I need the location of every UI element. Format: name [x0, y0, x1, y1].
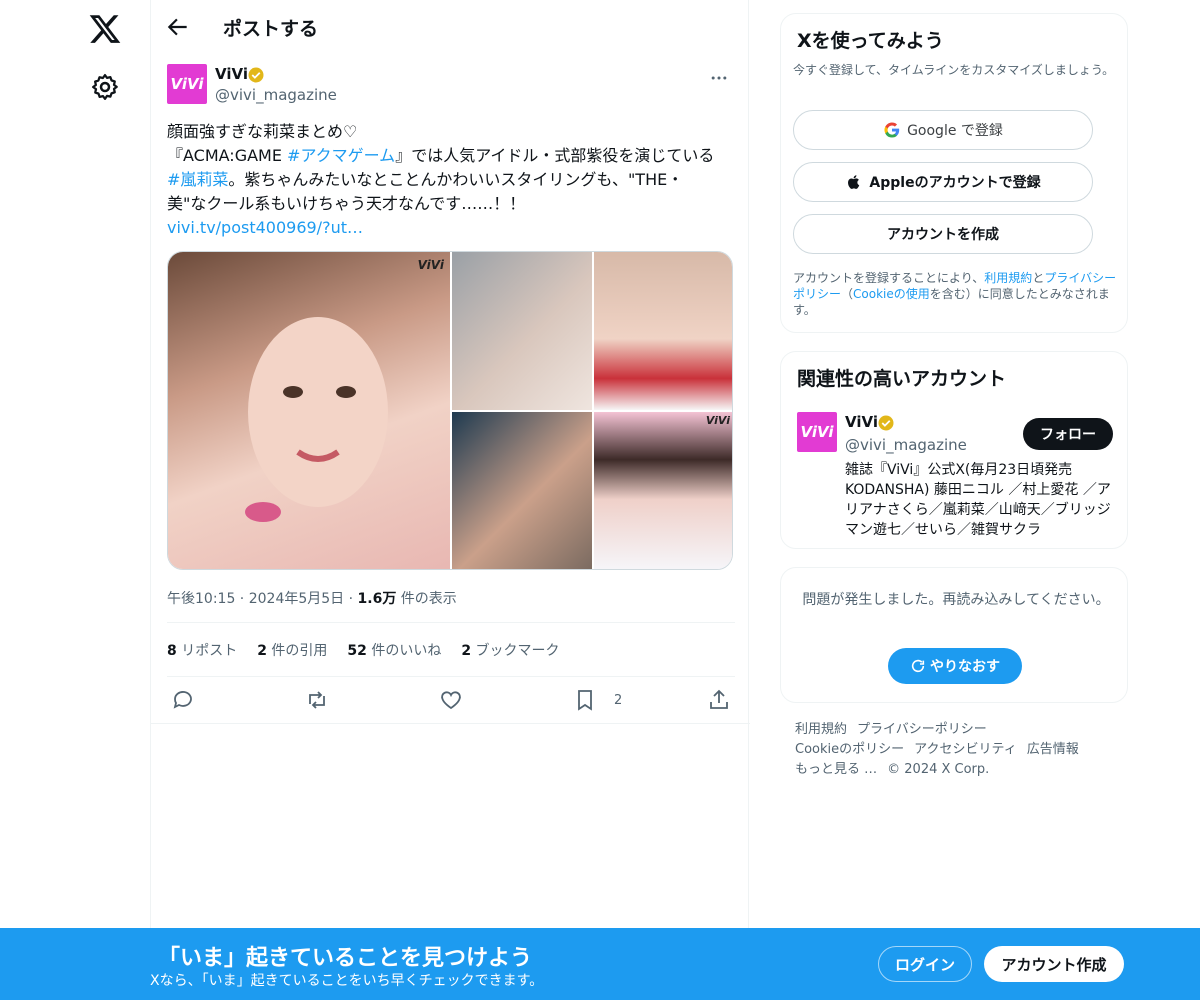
footer-terms[interactable]: 利用規約 — [795, 722, 847, 737]
signup-button[interactable]: アカウント作成 — [984, 946, 1124, 982]
footer-privacy[interactable]: プライバシーポリシー — [857, 722, 987, 737]
footer-cookie[interactable]: Cookieのポリシー — [795, 742, 904, 757]
post-stats: 8 リポスト 2 件の引用 52 件のいいね 2 ブックマーク — [167, 640, 560, 660]
post-text: 顔面強すぎな莉菜まとめ♡ 『ACMA:GAME #アクマゲーム』では人気アイドル… — [167, 120, 737, 240]
follow-button[interactable]: フォロー — [1023, 418, 1113, 450]
post-author: ViVi ViVi @vivi_magazine — [167, 64, 735, 108]
bookmarks-stat[interactable]: 2 ブックマーク — [461, 640, 559, 660]
footer-copyright: © 2024 X Corp. — [887, 762, 990, 777]
left-nav — [0, 0, 150, 1000]
retry-button[interactable]: やりなおす — [888, 648, 1022, 684]
apple-signup-label: Appleのアカウントで登録 — [869, 175, 1041, 191]
back-arrow-icon[interactable] — [165, 14, 191, 40]
apple-icon — [848, 175, 860, 189]
repost-icon[interactable] — [305, 688, 329, 712]
create-account-button[interactable]: アカウントを作成 — [793, 214, 1093, 254]
page-title: ポストする — [223, 18, 319, 40]
reposts-stat[interactable]: 8 リポスト — [167, 640, 237, 660]
retry-label: やりなおす — [930, 659, 1000, 675]
related-avatar[interactable]: ViVi — [797, 412, 837, 452]
refresh-icon — [911, 659, 925, 673]
verified-badge-icon — [878, 415, 894, 431]
post-url-link[interactable]: vivi.tv/post400969/?ut… — [167, 216, 737, 240]
login-button[interactable]: ログイン — [878, 946, 972, 982]
photo-bottom-middle[interactable] — [452, 412, 592, 569]
photo-bottom-right[interactable]: ViVi — [594, 412, 732, 569]
image-watermark: ViVi — [705, 414, 730, 427]
quotes-stat[interactable]: 2 件の引用 — [257, 640, 327, 660]
terms-notice: アカウントを登録することにより、利用規約とプライバシーポリシー（Cookieの使… — [793, 271, 1117, 317]
error-message: 問題が発生しました。再読み込みしてください。 — [802, 592, 1110, 608]
post-date[interactable]: 2024年5月5日 — [249, 591, 344, 607]
banner-subtitle: Xなら、「いま」起きていることをいち早くチェックできます。 — [150, 973, 544, 989]
share-icon[interactable] — [707, 688, 731, 712]
photo-main[interactable]: ViVi — [168, 252, 450, 569]
divider — [151, 723, 750, 724]
related-bio: 雑誌『ViVi』公式X(毎月23日頃発売 KODANSHA) 藤田ニコル ／村上… — [845, 462, 1111, 538]
views-label: 件の表示 — [400, 591, 457, 607]
cookie-link[interactable]: Cookieの使用 — [853, 287, 930, 301]
post-meta: 午後10:15 · 2024年5月5日 · 1.6万 件の表示 — [167, 591, 457, 607]
post-media-grid[interactable]: ViVi ViVi — [167, 251, 733, 570]
x-logo-icon[interactable] — [88, 12, 122, 46]
post-text-line: 顔面強すぎな莉菜まとめ♡ — [167, 122, 358, 141]
bookmark-count: 2 — [614, 693, 623, 708]
settings-gear-icon[interactable] — [90, 72, 120, 102]
related-handle[interactable]: @vivi_magazine — [845, 436, 967, 454]
hashtag-link[interactable]: #嵐莉菜 — [167, 170, 228, 189]
author-handle[interactable]: @vivi_magazine — [215, 86, 337, 104]
image-watermark: ViVi — [417, 258, 444, 272]
signup-card-subtitle: 今すぐ登録して、タイムラインをカスタマイズしましょう。 — [793, 63, 1115, 77]
post-text-line: 美"なクール系もいけちゃう天才なんです……！！ — [167, 194, 526, 213]
reply-icon[interactable] — [171, 688, 195, 712]
google-signup-label: Google で登録 — [907, 123, 1003, 139]
post-text-segment: 。紫ちゃんみたいなとことんかわいいスタイリングも、"THE・ — [228, 170, 684, 189]
bookmark-icon[interactable] — [573, 688, 597, 712]
top-bar: ポストする — [151, 0, 748, 54]
google-signup-button[interactable]: Google で登録 — [793, 110, 1093, 150]
views-count: 1.6万 — [357, 591, 397, 607]
related-title: 関連性の高いアカウント — [797, 368, 1007, 390]
verified-badge-icon — [248, 67, 264, 83]
terms-link[interactable]: 利用規約 — [984, 271, 1032, 285]
related-accounts-card: 関連性の高いアカウント ViVi ViVi @vivi_magazine フォロ… — [780, 351, 1128, 549]
photo-top-right[interactable] — [594, 252, 732, 410]
banner-title: 「いま」起きていることを見つけよう — [158, 946, 533, 971]
likes-stat[interactable]: 52 件のいいね — [347, 640, 441, 660]
author-name[interactable]: ViVi — [215, 65, 248, 83]
photo-top-middle[interactable] — [452, 252, 592, 410]
avatar[interactable]: ViVi — [167, 64, 207, 104]
related-name[interactable]: ViVi — [845, 413, 878, 431]
divider — [167, 622, 735, 623]
main-column: ポストする ViVi ViVi @vivi_magazine 顔面強すぎな莉菜ま… — [150, 0, 750, 1000]
google-icon — [884, 122, 900, 138]
like-heart-icon[interactable] — [439, 688, 463, 712]
post-time[interactable]: 午後10:15 — [167, 591, 235, 607]
signup-card: Xを使ってみよう 今すぐ登録して、タイムラインをカスタマイズしましょう。 Goo… — [780, 13, 1128, 333]
create-account-label: アカウントを作成 — [887, 227, 999, 243]
post-text-segment: 『ACMA:GAME — [167, 146, 288, 165]
more-options-icon[interactable] — [709, 68, 729, 88]
footer-accessibility[interactable]: アクセシビリティ — [914, 742, 1017, 757]
apple-signup-button[interactable]: Appleのアカウントで登録 — [793, 162, 1093, 202]
divider — [167, 676, 735, 677]
hashtag-link[interactable]: #アクマゲーム — [287, 146, 395, 165]
footer-links: 利用規約 プライバシーポリシー Cookieのポリシー アクセシビリティ 広告情報 も… — [795, 720, 1115, 780]
footer-more[interactable]: もっと見る … — [795, 762, 877, 777]
bottom-signup-banner: 「いま」起きていることを見つけよう Xなら、「いま」起きていることをいち早くチェ… — [0, 928, 1200, 1000]
signup-card-title: Xを使ってみよう — [797, 30, 944, 52]
error-card: 問題が発生しました。再読み込みしてください。 やりなおす — [780, 567, 1128, 703]
post-actions: 2 — [167, 688, 735, 716]
footer-ads[interactable]: 広告情報 — [1027, 742, 1079, 757]
post-text-segment: 』では人気アイドル・式部紫役を演じている — [395, 146, 715, 165]
